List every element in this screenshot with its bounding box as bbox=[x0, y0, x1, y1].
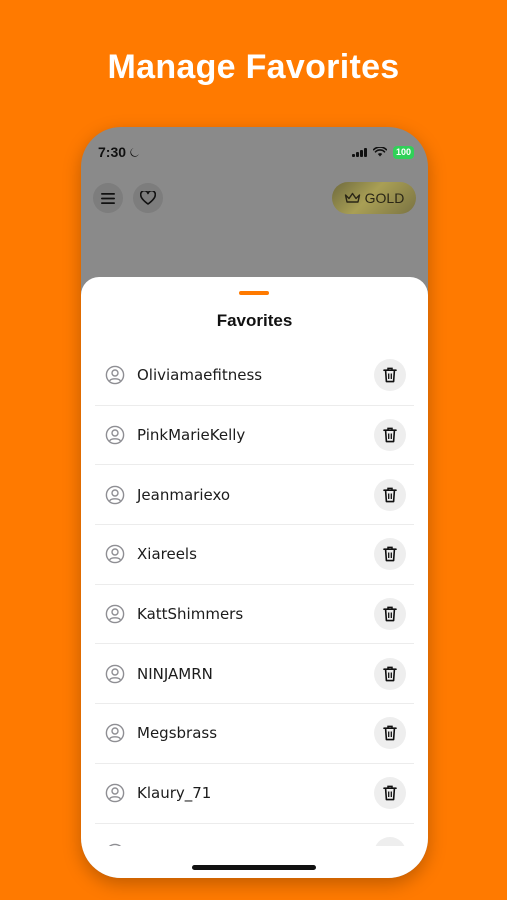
favorite-row[interactable]: Klaury_71 bbox=[95, 764, 414, 824]
delete-favorite-button[interactable] bbox=[374, 717, 406, 750]
heart-icon bbox=[140, 191, 156, 205]
favorite-name: KattShimmers bbox=[137, 605, 244, 624]
top-bar: GOLD bbox=[93, 182, 416, 214]
status-time: 7:30 bbox=[98, 144, 127, 160]
user-avatar-icon bbox=[105, 544, 125, 564]
delete-favorite-button[interactable] bbox=[374, 538, 406, 571]
favorite-row[interactable]: KattShimmers bbox=[95, 585, 414, 645]
favorite-name: Klaury_71 bbox=[137, 784, 212, 803]
cellular-signal-icon bbox=[352, 147, 367, 157]
gold-label: GOLD bbox=[364, 190, 405, 206]
status-bar: 7:30 100 bbox=[81, 127, 428, 177]
favorite-row[interactable]: NINJAMRN bbox=[95, 644, 414, 705]
wifi-icon bbox=[372, 147, 387, 157]
hamburger-icon bbox=[101, 192, 115, 204]
trash-icon bbox=[383, 367, 397, 383]
favorite-name: Megsbrass bbox=[137, 724, 218, 743]
trash-icon bbox=[383, 785, 397, 801]
sheet-title: Favorites bbox=[216, 311, 293, 330]
favorite-name: NINJAMRN bbox=[137, 664, 213, 683]
delete-favorite-button[interactable] bbox=[374, 359, 406, 392]
favorite-name: Xiareels bbox=[137, 545, 197, 564]
gold-button[interactable]: GOLD bbox=[332, 182, 416, 214]
trash-icon bbox=[383, 606, 397, 622]
favorite-row[interactable]: Megsbrass bbox=[95, 704, 414, 764]
favorite-row[interactable]: PinkMarieKelly bbox=[95, 406, 414, 466]
trash-icon bbox=[383, 666, 397, 682]
favorites-button[interactable] bbox=[133, 183, 163, 213]
trash-icon bbox=[383, 487, 397, 503]
favorite-name: Jeanmariexo bbox=[137, 485, 231, 504]
delete-favorite-button[interactable] bbox=[374, 777, 406, 810]
status-icons: 100 bbox=[352, 145, 414, 159]
user-avatar-icon bbox=[105, 723, 125, 743]
status-time-group: 7:30 bbox=[98, 144, 140, 160]
moon-icon bbox=[130, 147, 139, 157]
delete-favorite-button[interactable] bbox=[374, 836, 406, 846]
favorite-row[interactable]: Xiareels bbox=[95, 525, 414, 585]
home-indicator[interactable] bbox=[192, 865, 316, 870]
battery-icon: 100 bbox=[392, 145, 414, 159]
trash-icon bbox=[383, 427, 397, 443]
favorites-sheet: Favorites Oliviamaefitness PinkMarieKelly… bbox=[81, 277, 428, 878]
favorite-row[interactable]: Oliviamaefitness bbox=[95, 346, 414, 406]
delete-favorite-button[interactable] bbox=[374, 478, 406, 511]
user-avatar-icon bbox=[105, 783, 125, 803]
crown-icon bbox=[344, 192, 360, 203]
user-avatar-icon bbox=[105, 843, 125, 846]
delete-favorite-button[interactable] bbox=[374, 598, 406, 631]
phone-screen: 7:30 100 GOLD Favorites Oliviamaefitness… bbox=[81, 127, 428, 878]
trash-icon bbox=[383, 546, 397, 562]
user-avatar-icon bbox=[105, 604, 125, 624]
headline: Manage Favorites bbox=[107, 48, 400, 86]
favorites-list[interactable]: Oliviamaefitness PinkMarieKelly Jeanmariex… bbox=[95, 346, 414, 846]
user-avatar-icon bbox=[105, 365, 125, 385]
menu-button[interactable] bbox=[93, 183, 123, 213]
user-avatar-icon bbox=[105, 485, 125, 505]
trash-icon bbox=[383, 725, 397, 741]
delete-favorite-button[interactable] bbox=[374, 657, 406, 690]
delete-favorite-button[interactable] bbox=[374, 419, 406, 452]
favorite-name: Oliviamaefitness bbox=[137, 366, 263, 385]
favorite-row-partial[interactable] bbox=[95, 824, 414, 846]
user-avatar-icon bbox=[105, 425, 125, 445]
user-avatar-icon bbox=[105, 664, 125, 684]
favorite-name: PinkMarieKelly bbox=[137, 426, 246, 445]
sheet-grabber[interactable] bbox=[239, 291, 269, 295]
favorite-row[interactable]: Jeanmariexo bbox=[95, 465, 414, 526]
